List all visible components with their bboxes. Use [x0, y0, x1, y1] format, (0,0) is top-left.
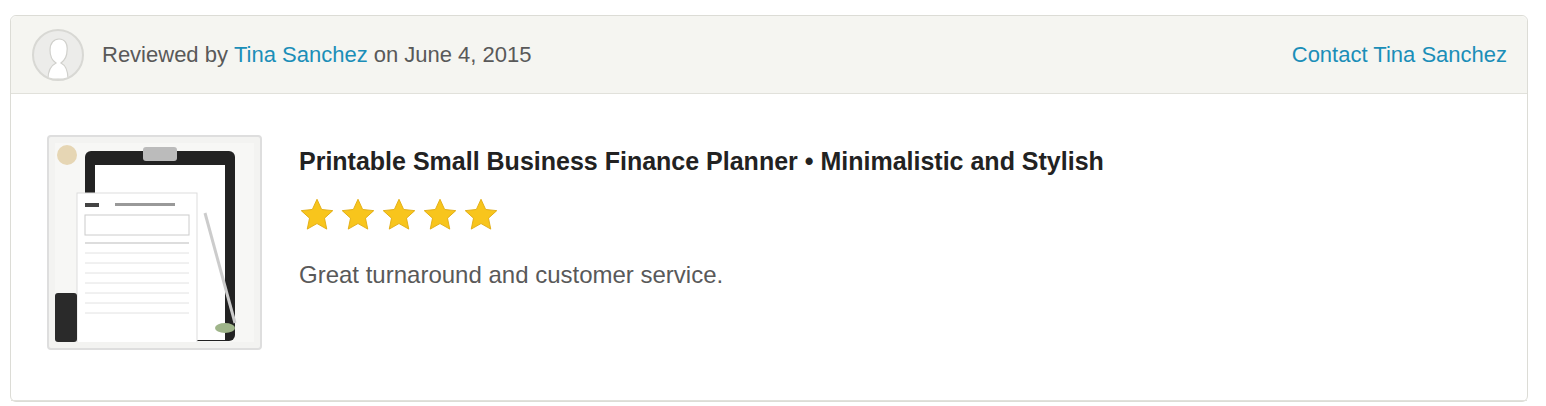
contact-link[interactable]: Contact Tina Sanchez	[1292, 38, 1507, 71]
product-thumbnail[interactable]	[47, 135, 262, 350]
review-header: Reviewed byTina Sanchezon June 4, 2015 Co…	[11, 16, 1527, 94]
review-date: on June 4, 2015	[374, 38, 532, 71]
review-byline: Reviewed byTina Sanchezon June 4, 2015	[102, 38, 531, 71]
star-rating	[299, 197, 1507, 233]
byline-prefix: Reviewed by	[102, 38, 228, 71]
review-body: Printable Small Business Finance Planner…	[11, 94, 1527, 401]
review-card: Reviewed byTina Sanchezon June 4, 2015 Co…	[10, 15, 1528, 402]
star-icon	[463, 197, 499, 233]
reviewer-info: Reviewed byTina Sanchezon June 4, 2015	[32, 29, 531, 81]
product-title[interactable]: Printable Small Business Finance Planner…	[299, 145, 1507, 178]
star-icon	[381, 197, 417, 233]
star-icon	[340, 197, 376, 233]
star-icon	[422, 197, 458, 233]
review-content: Printable Small Business Finance Planner…	[299, 135, 1507, 290]
reviewer-link[interactable]: Tina Sanchez	[234, 38, 368, 71]
review-text: Great turnaround and customer service.	[299, 259, 1507, 290]
avatar-icon[interactable]	[32, 29, 84, 81]
star-icon	[299, 197, 335, 233]
